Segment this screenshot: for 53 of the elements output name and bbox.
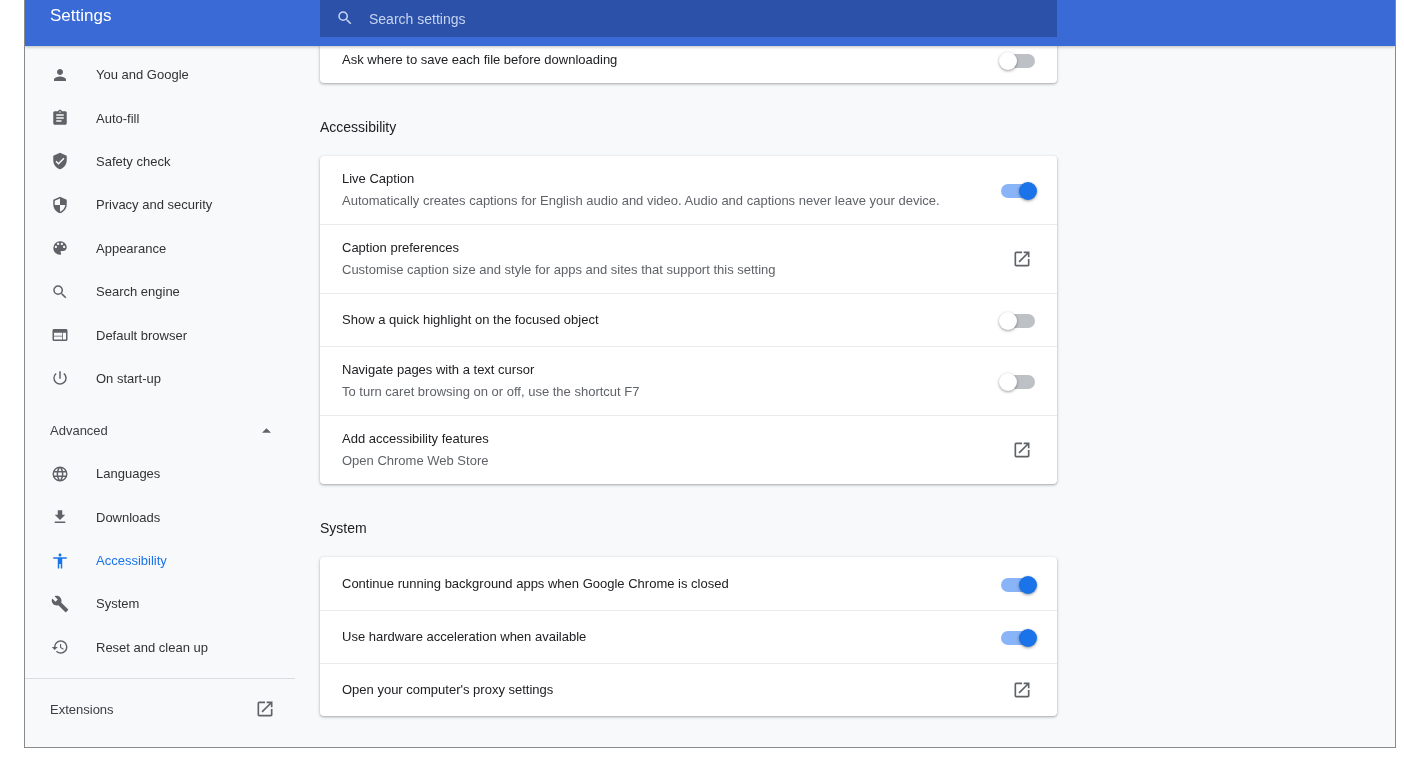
external-link-icon[interactable] bbox=[1012, 680, 1032, 700]
sidebar-item[interactable]: Default browser bbox=[25, 313, 295, 357]
setting-description: Automatically creates captions for English audio and video. Audio and captions never leave your device. bbox=[342, 192, 940, 210]
sidebar-item[interactable]: Auto-fill bbox=[25, 96, 295, 140]
sidebar-item[interactable]: Downloads bbox=[25, 495, 295, 539]
sidebar-item[interactable]: You and Google bbox=[25, 53, 295, 97]
setting-title: Navigate pages with a text cursor bbox=[342, 361, 536, 379]
setting-title: Show a quick highlight on the focused object bbox=[342, 311, 599, 329]
setting-title: Ask where to save each file before downloading bbox=[342, 51, 618, 69]
accessibility-icon bbox=[51, 551, 69, 570]
search-icon bbox=[336, 9, 354, 27]
setting-title: Open your computer's proxy settings bbox=[342, 681, 554, 699]
setting-title: Live Caption bbox=[342, 170, 416, 188]
toggle-switch[interactable] bbox=[1001, 575, 1035, 592]
wrench-icon bbox=[51, 595, 69, 613]
advanced-toggle[interactable]: Advanced bbox=[25, 409, 295, 453]
external-link-icon bbox=[255, 699, 275, 720]
sidebar-item[interactable]: Privacy and security bbox=[25, 183, 295, 227]
setting-description: Customise caption size and style for apps and sites that support this setting bbox=[342, 261, 776, 279]
sidebar-item[interactable]: Reset and clean up bbox=[25, 625, 295, 670]
setting-title: Continue running background apps when Google Chrome is closed bbox=[342, 574, 729, 593]
setting-description: To turn caret browsing on or off, use the shortcut F7 bbox=[342, 383, 640, 401]
palette-icon bbox=[51, 239, 69, 258]
setting-title: Caption preferences bbox=[342, 239, 461, 257]
section-heading: System bbox=[320, 519, 368, 538]
sidebar-item[interactable]: Languages bbox=[25, 452, 295, 496]
setting-title: Add accessibility features bbox=[342, 430, 489, 448]
sidebar-item[interactable]: On start-up bbox=[25, 356, 295, 401]
power-icon bbox=[51, 369, 69, 388]
toggle-switch[interactable] bbox=[1001, 312, 1035, 328]
sidebar-item[interactable]: Appearance bbox=[25, 226, 295, 270]
toggle-switch[interactable] bbox=[1001, 52, 1035, 68]
sidebar-item[interactable]: Safety check bbox=[25, 139, 295, 184]
toggle-switch[interactable] bbox=[1001, 629, 1035, 645]
setting-description: Open Chrome Web Store bbox=[342, 452, 489, 470]
search-field[interactable]: Search settings bbox=[320, 0, 1057, 37]
shield-icon bbox=[51, 195, 69, 214]
extensions-link[interactable]: Extensions bbox=[25, 679, 295, 740]
clipboard-icon bbox=[51, 109, 69, 128]
shield-check-icon bbox=[51, 152, 69, 171]
history-icon bbox=[51, 638, 69, 657]
search-icon bbox=[51, 282, 69, 301]
setting-title: Use hardware acceleration when available bbox=[342, 628, 587, 646]
sidebar-item[interactable]: Search engine bbox=[25, 269, 295, 314]
section-heading: Accessibility bbox=[320, 118, 398, 137]
toggle-switch[interactable] bbox=[1001, 373, 1035, 389]
globe-icon bbox=[51, 464, 69, 483]
external-link-icon[interactable] bbox=[1012, 440, 1032, 460]
sidebar-item[interactable]: Accessibility bbox=[25, 538, 295, 583]
app-title: Settings bbox=[49, 5, 113, 27]
sidebar-item[interactable]: System bbox=[25, 582, 295, 626]
toggle-switch[interactable] bbox=[1001, 182, 1035, 198]
external-link-icon[interactable] bbox=[1012, 249, 1032, 269]
